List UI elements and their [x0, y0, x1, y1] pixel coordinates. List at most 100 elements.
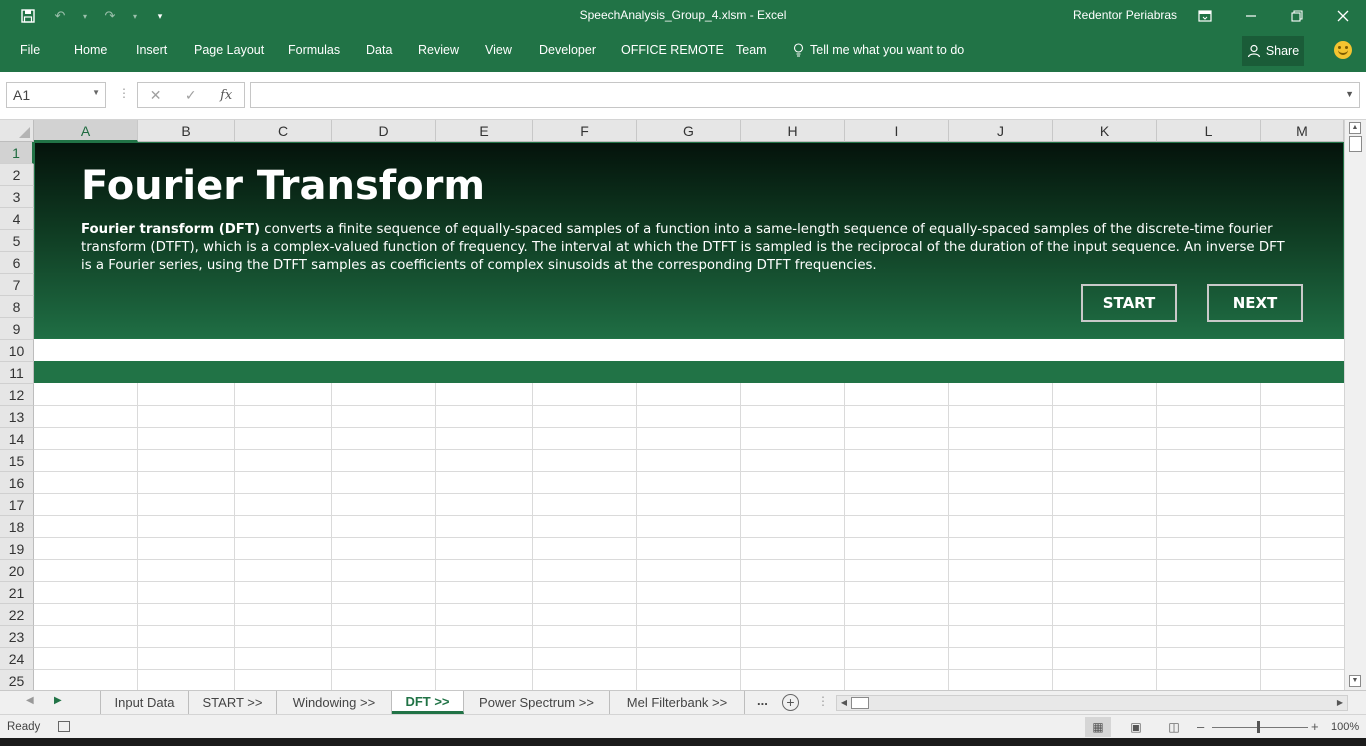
more-sheets-button[interactable]: ...	[757, 693, 768, 708]
expand-formula-bar-icon[interactable]: ▼	[1345, 89, 1354, 99]
column-header-f[interactable]: F	[533, 120, 637, 142]
row-header-18[interactable]: 18	[0, 516, 34, 538]
sheet-tab-input-data[interactable]: Input Data	[100, 691, 189, 714]
column-header-m[interactable]: M	[1261, 120, 1344, 142]
row-header-16[interactable]: 16	[0, 472, 34, 494]
column-header-l[interactable]: L	[1157, 120, 1261, 142]
column-header-g[interactable]: G	[637, 120, 741, 142]
tab-team[interactable]: Team	[736, 43, 767, 57]
column-header-j[interactable]: J	[949, 120, 1053, 142]
worksheet-grid[interactable]: A B C D E F G H I J K L M 1 2 3 4 5 6 7 …	[0, 120, 1366, 690]
ribbon-display-options-icon[interactable]	[1182, 0, 1228, 32]
horizontal-scroll-thumb[interactable]	[851, 697, 869, 709]
insert-function-icon[interactable]: fx	[220, 88, 232, 103]
macro-recording-icon[interactable]	[58, 721, 70, 732]
zoom-slider[interactable]	[1212, 727, 1308, 728]
sheet-tab-dft[interactable]: DFT >>	[392, 691, 464, 714]
row-header-8[interactable]: 8	[0, 296, 34, 318]
row-header-21[interactable]: 21	[0, 582, 34, 604]
row-header-20[interactable]: 20	[0, 560, 34, 582]
row-header-15[interactable]: 15	[0, 450, 34, 472]
tab-home[interactable]: Home	[74, 43, 107, 57]
tab-developer[interactable]: Developer	[539, 43, 596, 57]
row-header-6[interactable]: 6	[0, 252, 34, 274]
vertical-scrollbar[interactable]: ▲ ▼	[1344, 120, 1366, 690]
row-header-5[interactable]: 5	[0, 230, 34, 252]
column-header-i[interactable]: I	[845, 120, 949, 142]
cancel-entry-icon[interactable]: ✕	[150, 87, 162, 104]
select-all-button[interactable]	[0, 120, 34, 142]
start-button[interactable]: START	[1081, 284, 1177, 322]
next-button[interactable]: NEXT	[1207, 284, 1303, 322]
scroll-right-icon[interactable]: ▶	[1334, 697, 1346, 709]
add-sheet-icon[interactable]: +	[782, 694, 799, 711]
row-header-12[interactable]: 12	[0, 384, 34, 406]
user-name[interactable]: Redentor Periabras	[1073, 8, 1177, 22]
row-header-17[interactable]: 17	[0, 494, 34, 516]
row-header-25[interactable]: 25	[0, 670, 34, 690]
chevron-down-icon[interactable]: ▼	[92, 88, 100, 97]
column-header-d[interactable]: D	[332, 120, 436, 142]
tab-office-remote[interactable]: OFFICE REMOTE	[621, 43, 724, 57]
formula-bar: A1 ▼ ⋮ ✕ ✓ fx ▼	[0, 72, 1366, 120]
row-header-9[interactable]: 9	[0, 318, 34, 340]
tab-insert[interactable]: Insert	[136, 43, 167, 57]
column-header-a[interactable]: A	[34, 120, 138, 142]
row-header-22[interactable]: 22	[0, 604, 34, 626]
sheet-tab-windowing[interactable]: Windowing >>	[277, 691, 392, 714]
row-header-1[interactable]: 1	[0, 142, 34, 164]
row-header-11[interactable]: 11	[0, 362, 34, 384]
zoom-out-icon[interactable]: –	[1197, 719, 1204, 734]
formula-bar-grip-icon[interactable]: ⋮	[118, 86, 130, 100]
zoom-level[interactable]: 100%	[1331, 721, 1359, 733]
zoom-in-icon[interactable]: +	[1311, 719, 1319, 734]
tell-me-search[interactable]: Tell me what you want to do	[793, 43, 964, 57]
name-box[interactable]: A1 ▼	[6, 82, 106, 108]
column-header-e[interactable]: E	[436, 120, 533, 142]
page-break-preview-icon[interactable]: ◫	[1161, 717, 1187, 737]
tab-view[interactable]: View	[485, 43, 512, 57]
column-header-h[interactable]: H	[741, 120, 845, 142]
scroll-left-icon[interactable]: ◀	[838, 697, 850, 709]
vertical-scroll-thumb[interactable]	[1349, 136, 1362, 152]
row-header-14[interactable]: 14	[0, 428, 34, 450]
row-header-7[interactable]: 7	[0, 274, 34, 296]
row-header-24[interactable]: 24	[0, 648, 34, 670]
tab-data[interactable]: Data	[366, 43, 392, 57]
minimize-icon[interactable]	[1228, 0, 1274, 32]
scroll-down-icon[interactable]: ▼	[1349, 675, 1361, 687]
sheet-tab-mel-filterbank[interactable]: Mel Filterbank >>	[610, 691, 745, 714]
feedback-smiley-icon[interactable]	[1334, 41, 1352, 59]
row-header-13[interactable]: 13	[0, 406, 34, 428]
restore-icon[interactable]	[1274, 0, 1320, 32]
zoom-slider-thumb[interactable]	[1257, 721, 1260, 733]
close-icon[interactable]	[1320, 0, 1366, 32]
column-header-c[interactable]: C	[235, 120, 332, 142]
sheet-tab-start[interactable]: START >>	[189, 691, 277, 714]
row-header-23[interactable]: 23	[0, 626, 34, 648]
share-button[interactable]: Share	[1242, 36, 1304, 66]
tab-page-layout[interactable]: Page Layout	[194, 43, 264, 57]
row-header-3[interactable]: 3	[0, 186, 34, 208]
tab-formulas[interactable]: Formulas	[288, 43, 340, 57]
tell-me-label: Tell me what you want to do	[810, 43, 965, 57]
page-layout-view-icon[interactable]: ▣	[1123, 717, 1149, 737]
row-header-19[interactable]: 19	[0, 538, 34, 560]
tab-review[interactable]: Review	[418, 43, 459, 57]
formula-input[interactable]: ▼	[250, 82, 1360, 108]
column-header-b[interactable]: B	[138, 120, 235, 142]
scroll-tabs-left-icon[interactable]: ◀	[26, 695, 34, 706]
row-header-10[interactable]: 10	[0, 340, 34, 362]
normal-view-icon[interactable]: ▦	[1085, 717, 1111, 737]
tab-file[interactable]: File	[20, 43, 40, 57]
os-taskbar	[0, 738, 1366, 746]
column-header-k[interactable]: K	[1053, 120, 1157, 142]
confirm-entry-icon[interactable]: ✓	[185, 87, 197, 104]
scroll-tabs-right-icon[interactable]: ▶	[54, 695, 62, 706]
sheet-tab-power-spectrum[interactable]: Power Spectrum >>	[464, 691, 610, 714]
row-header-2[interactable]: 2	[0, 164, 34, 186]
horizontal-scrollbar[interactable]: ◀ ▶	[836, 695, 1348, 711]
row-header-4[interactable]: 4	[0, 208, 34, 230]
tab-split-handle-icon[interactable]: ⋮	[817, 694, 829, 708]
scroll-up-icon[interactable]: ▲	[1349, 122, 1361, 134]
